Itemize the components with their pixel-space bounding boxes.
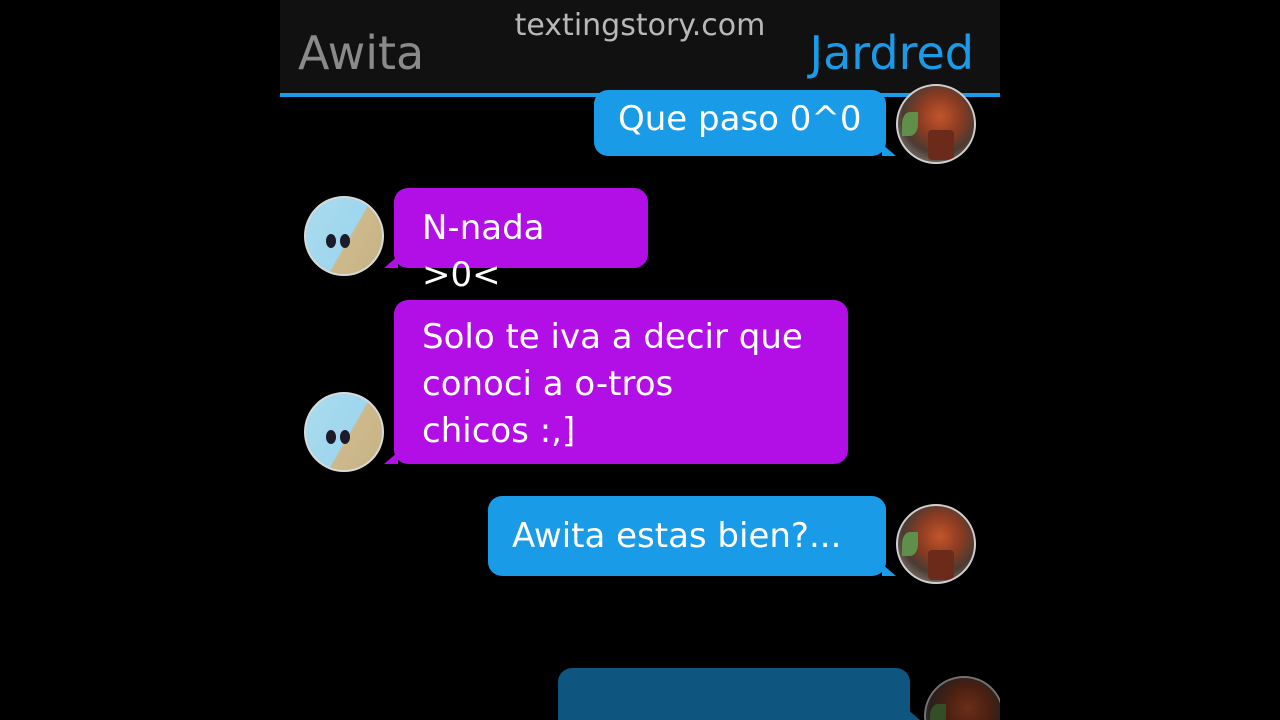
jardred-avatar-icon[interactable] [896, 504, 976, 584]
message-bubble-sent[interactable]: Awita estas bien?... [488, 496, 896, 576]
awita-avatar-icon[interactable] [304, 196, 384, 276]
avatar-leaf [930, 704, 946, 720]
message-bubble-received[interactable]: N-nada >0< [384, 188, 648, 295]
avatar-eye [340, 234, 350, 248]
message-bubble-sent[interactable]: Que paso 0^0 [594, 90, 896, 156]
avatar-eye [340, 430, 350, 444]
right-contact-name[interactable]: Jardred [810, 26, 974, 80]
avatar-detail [928, 130, 954, 160]
jardred-avatar-icon[interactable] [896, 84, 976, 164]
message-bubble-received[interactable]: Solo te iva a decir que conoci a o-tros … [384, 300, 848, 464]
avatar-detail [928, 550, 954, 580]
avatar-leaf [902, 112, 918, 136]
chat-header: textingstory.com Awita Jardred [280, 0, 1000, 97]
message-bubble-sent-partial[interactable] [558, 668, 920, 720]
avatar-leaf [902, 532, 918, 556]
awita-avatar-icon[interactable] [304, 392, 384, 472]
chat-screen: textingstory.com Awita Jardred Que paso … [280, 0, 1000, 720]
left-contact-name[interactable]: Awita [298, 26, 424, 80]
avatar-eye [326, 430, 336, 444]
jardred-avatar-icon[interactable] [924, 676, 1000, 720]
avatar-eye [326, 234, 336, 248]
